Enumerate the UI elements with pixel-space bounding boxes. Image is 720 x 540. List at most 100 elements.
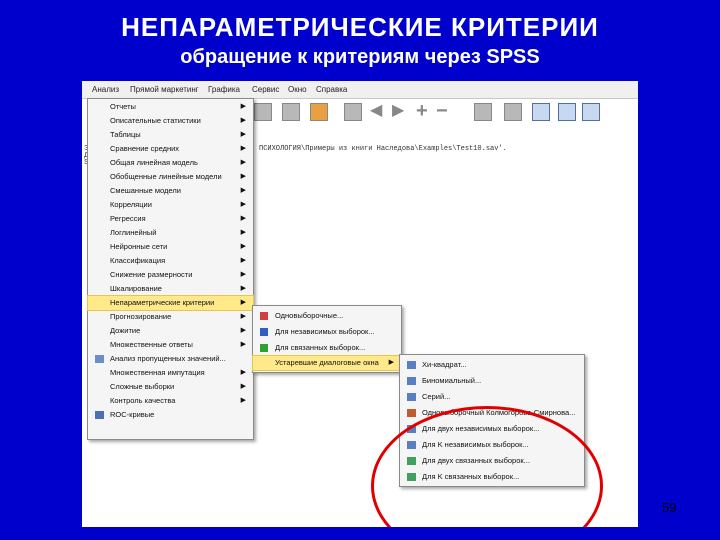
menu-item-survival[interactable]: Дожитие ▶ bbox=[88, 324, 253, 338]
menu-item-label: Сравнение средних bbox=[110, 144, 180, 153]
menu-item-forecasting[interactable]: Прогнозирование ▶ bbox=[88, 310, 253, 324]
menu-item-complex-samples[interactable]: Сложные выборки ▶ bbox=[88, 380, 253, 394]
chevron-right-icon: ▶ bbox=[240, 229, 246, 236]
menu-item-runs[interactable]: Серий... bbox=[400, 390, 584, 404]
menu-item-chi-square[interactable]: Хи-квадрат... bbox=[400, 358, 584, 372]
chevron-right-icon: ▶ bbox=[240, 187, 246, 194]
menu-item-label: Прогнозирование bbox=[110, 312, 172, 321]
toolbar-run-icon[interactable] bbox=[310, 103, 328, 121]
menu-item-label: Снижение размерности bbox=[110, 270, 193, 279]
menu-utilities[interactable]: Сервис bbox=[252, 85, 279, 94]
chevron-right-icon: ▶ bbox=[240, 131, 246, 138]
related-samples-icon bbox=[260, 344, 268, 352]
menu-item-tables[interactable]: Таблицы ▶ bbox=[88, 128, 253, 142]
chevron-right-icon: ▶ bbox=[240, 327, 246, 334]
menu-item-label: Дожитие bbox=[110, 326, 141, 335]
menu-item-label: Классификация bbox=[110, 256, 166, 265]
menu-item-independent-samples[interactable]: Для независимых выборок... bbox=[253, 325, 401, 339]
chevron-right-icon: ▶ bbox=[240, 271, 246, 278]
roc-curve-icon bbox=[95, 411, 104, 419]
chevron-right-icon: ▶ bbox=[240, 103, 246, 110]
menu-item-glm[interactable]: Общая линейная модель ▶ bbox=[88, 156, 253, 170]
menu-item-roc-curve[interactable]: ROC-кривые bbox=[88, 408, 253, 422]
menu-direct-marketing[interactable]: Прямой маркетинг bbox=[130, 85, 199, 94]
menu-item-generalized-linear[interactable]: Обобщенные линейные модели ▶ bbox=[88, 170, 253, 184]
menu-item-legacy-dialogs[interactable]: Устаревшие диалоговые окна ▶ bbox=[252, 355, 402, 371]
menu-item-binomial[interactable]: Биномиальный... bbox=[400, 374, 584, 388]
toolbar-doc-icon[interactable] bbox=[282, 103, 300, 121]
menu-item-label: Таблицы bbox=[110, 130, 141, 139]
menu-item-mixed-models[interactable]: Смешанные модели ▶ bbox=[88, 184, 253, 198]
chevron-right-icon: ▶ bbox=[240, 243, 246, 250]
arrow-left-icon[interactable]: ◀ bbox=[370, 103, 388, 121]
menu-graphs[interactable]: Графика bbox=[208, 85, 240, 94]
menu-item-loglinear[interactable]: Логлинейный ▶ bbox=[88, 226, 253, 240]
menu-item-dimension-reduction[interactable]: Снижение размерности ▶ bbox=[88, 268, 253, 282]
menu-item-multiple-imputation[interactable]: Множественная импутация ▶ bbox=[88, 366, 253, 380]
one-sample-icon bbox=[260, 312, 268, 320]
menu-item-related-samples[interactable]: Для связанных выборок... bbox=[253, 341, 401, 355]
chevron-right-icon: ▶ bbox=[240, 285, 246, 292]
syntax-text: ПСИХОЛОГИЯ\Примеры из книги Наследова\Ex… bbox=[259, 145, 507, 153]
minus-icon[interactable]: − bbox=[436, 101, 454, 121]
menu-item-label: Логлинейный bbox=[110, 228, 157, 237]
menu-item-label: Одновыборочные... bbox=[275, 311, 344, 320]
menu-item-descriptives[interactable]: Описательные статистики ▶ bbox=[88, 114, 253, 128]
menu-item-compare-means[interactable]: Сравнение средних ▶ bbox=[88, 142, 253, 156]
menu-item-label: Хи-квадрат... bbox=[422, 360, 467, 369]
menu-item-label: Обобщенные линейные модели bbox=[110, 172, 222, 181]
nonparametric-submenu: Одновыборочные... Для независимых выборо… bbox=[252, 305, 402, 373]
arrow-right-icon[interactable]: ▶ bbox=[392, 103, 410, 121]
chevron-right-icon: ▶ bbox=[240, 201, 246, 208]
spss-screenshot: Анализ Прямой маркетинг Графика Сервис О… bbox=[82, 81, 638, 527]
menu-item-multiple-response[interactable]: Множественные ответы ▶ bbox=[88, 338, 253, 352]
toolbar-doc-icon[interactable] bbox=[254, 103, 272, 121]
menu-item-quality-control[interactable]: Контроль качества ▶ bbox=[88, 394, 253, 408]
menu-help[interactable]: Справка bbox=[316, 85, 347, 94]
menu-item-label: Сложные выборки bbox=[110, 382, 175, 391]
menu-item-correlations[interactable]: Корреляции ▶ bbox=[88, 198, 253, 212]
chart-icon bbox=[407, 377, 416, 385]
menu-item-neural-networks[interactable]: Нейронные сети ▶ bbox=[88, 240, 253, 254]
menu-item-reports[interactable]: Отчеты ▶ bbox=[88, 100, 253, 114]
menu-item-nonparametric[interactable]: Непараметрические критерии ▶ bbox=[87, 295, 254, 311]
menu-item-label: Нейронные сети bbox=[110, 242, 168, 251]
chart-icon bbox=[407, 393, 416, 401]
chevron-right-icon: ▶ bbox=[240, 369, 246, 376]
menu-item-label: Множественная импутация bbox=[110, 368, 205, 377]
menu-item-label: Непараметрические критерии bbox=[110, 298, 215, 307]
menu-window[interactable]: Окно bbox=[288, 85, 307, 94]
menu-item-label: Общая линейная модель bbox=[110, 158, 198, 167]
missing-values-icon bbox=[95, 355, 104, 363]
chevron-right-icon: ▶ bbox=[240, 341, 246, 348]
menu-item-label: Регрессия bbox=[110, 214, 146, 223]
menu-item-label: Отчеты bbox=[110, 102, 136, 111]
menu-item-label: Контроль качества bbox=[110, 396, 176, 405]
toolbar-doc-icon[interactable] bbox=[474, 103, 492, 121]
menu-item-label: ROC-кривые bbox=[110, 410, 155, 419]
plus-icon[interactable]: + bbox=[416, 101, 434, 121]
menu-item-one-sample[interactable]: Одновыборочные... bbox=[253, 309, 401, 323]
window-icon[interactable] bbox=[532, 103, 550, 121]
chevron-right-icon: ▶ bbox=[240, 173, 246, 180]
chevron-right-icon: ▶ bbox=[240, 383, 246, 390]
menu-item-missing-value-analysis[interactable]: Анализ пропущенных значений... bbox=[88, 352, 253, 366]
chevron-right-icon: ▶ bbox=[240, 313, 246, 320]
chevron-right-icon: ▶ bbox=[240, 117, 246, 124]
slide-title: НЕПАРАМЕТРИЧЕСКИЕ КРИТЕРИИ bbox=[121, 12, 599, 42]
analyze-menu: Отчеты ▶ Описательные статистики ▶ Таблицы… bbox=[87, 98, 254, 440]
toolbar-doc-icon[interactable] bbox=[504, 103, 522, 121]
menu-item-label: Множественные ответы bbox=[110, 340, 193, 349]
menu-item-regression[interactable]: Регрессия ▶ bbox=[88, 212, 253, 226]
menu-item-label: Описательные статистики bbox=[110, 116, 201, 125]
menu-item-label: Биномиальный... bbox=[422, 376, 482, 385]
menu-item-scale[interactable]: Шкалирование ▶ bbox=[88, 282, 253, 296]
menu-item-classify[interactable]: Классификация ▶ bbox=[88, 254, 253, 268]
toolbar-stop-icon[interactable] bbox=[344, 103, 362, 121]
menu-analyze[interactable]: Анализ bbox=[92, 85, 119, 94]
menu-item-label: Серий... bbox=[422, 392, 451, 401]
chevron-right-icon: ▶ bbox=[240, 257, 246, 264]
window-icon[interactable] bbox=[558, 103, 576, 121]
menu-item-label: Для связанных выборок... bbox=[275, 343, 366, 352]
window-icon[interactable] bbox=[582, 103, 600, 121]
